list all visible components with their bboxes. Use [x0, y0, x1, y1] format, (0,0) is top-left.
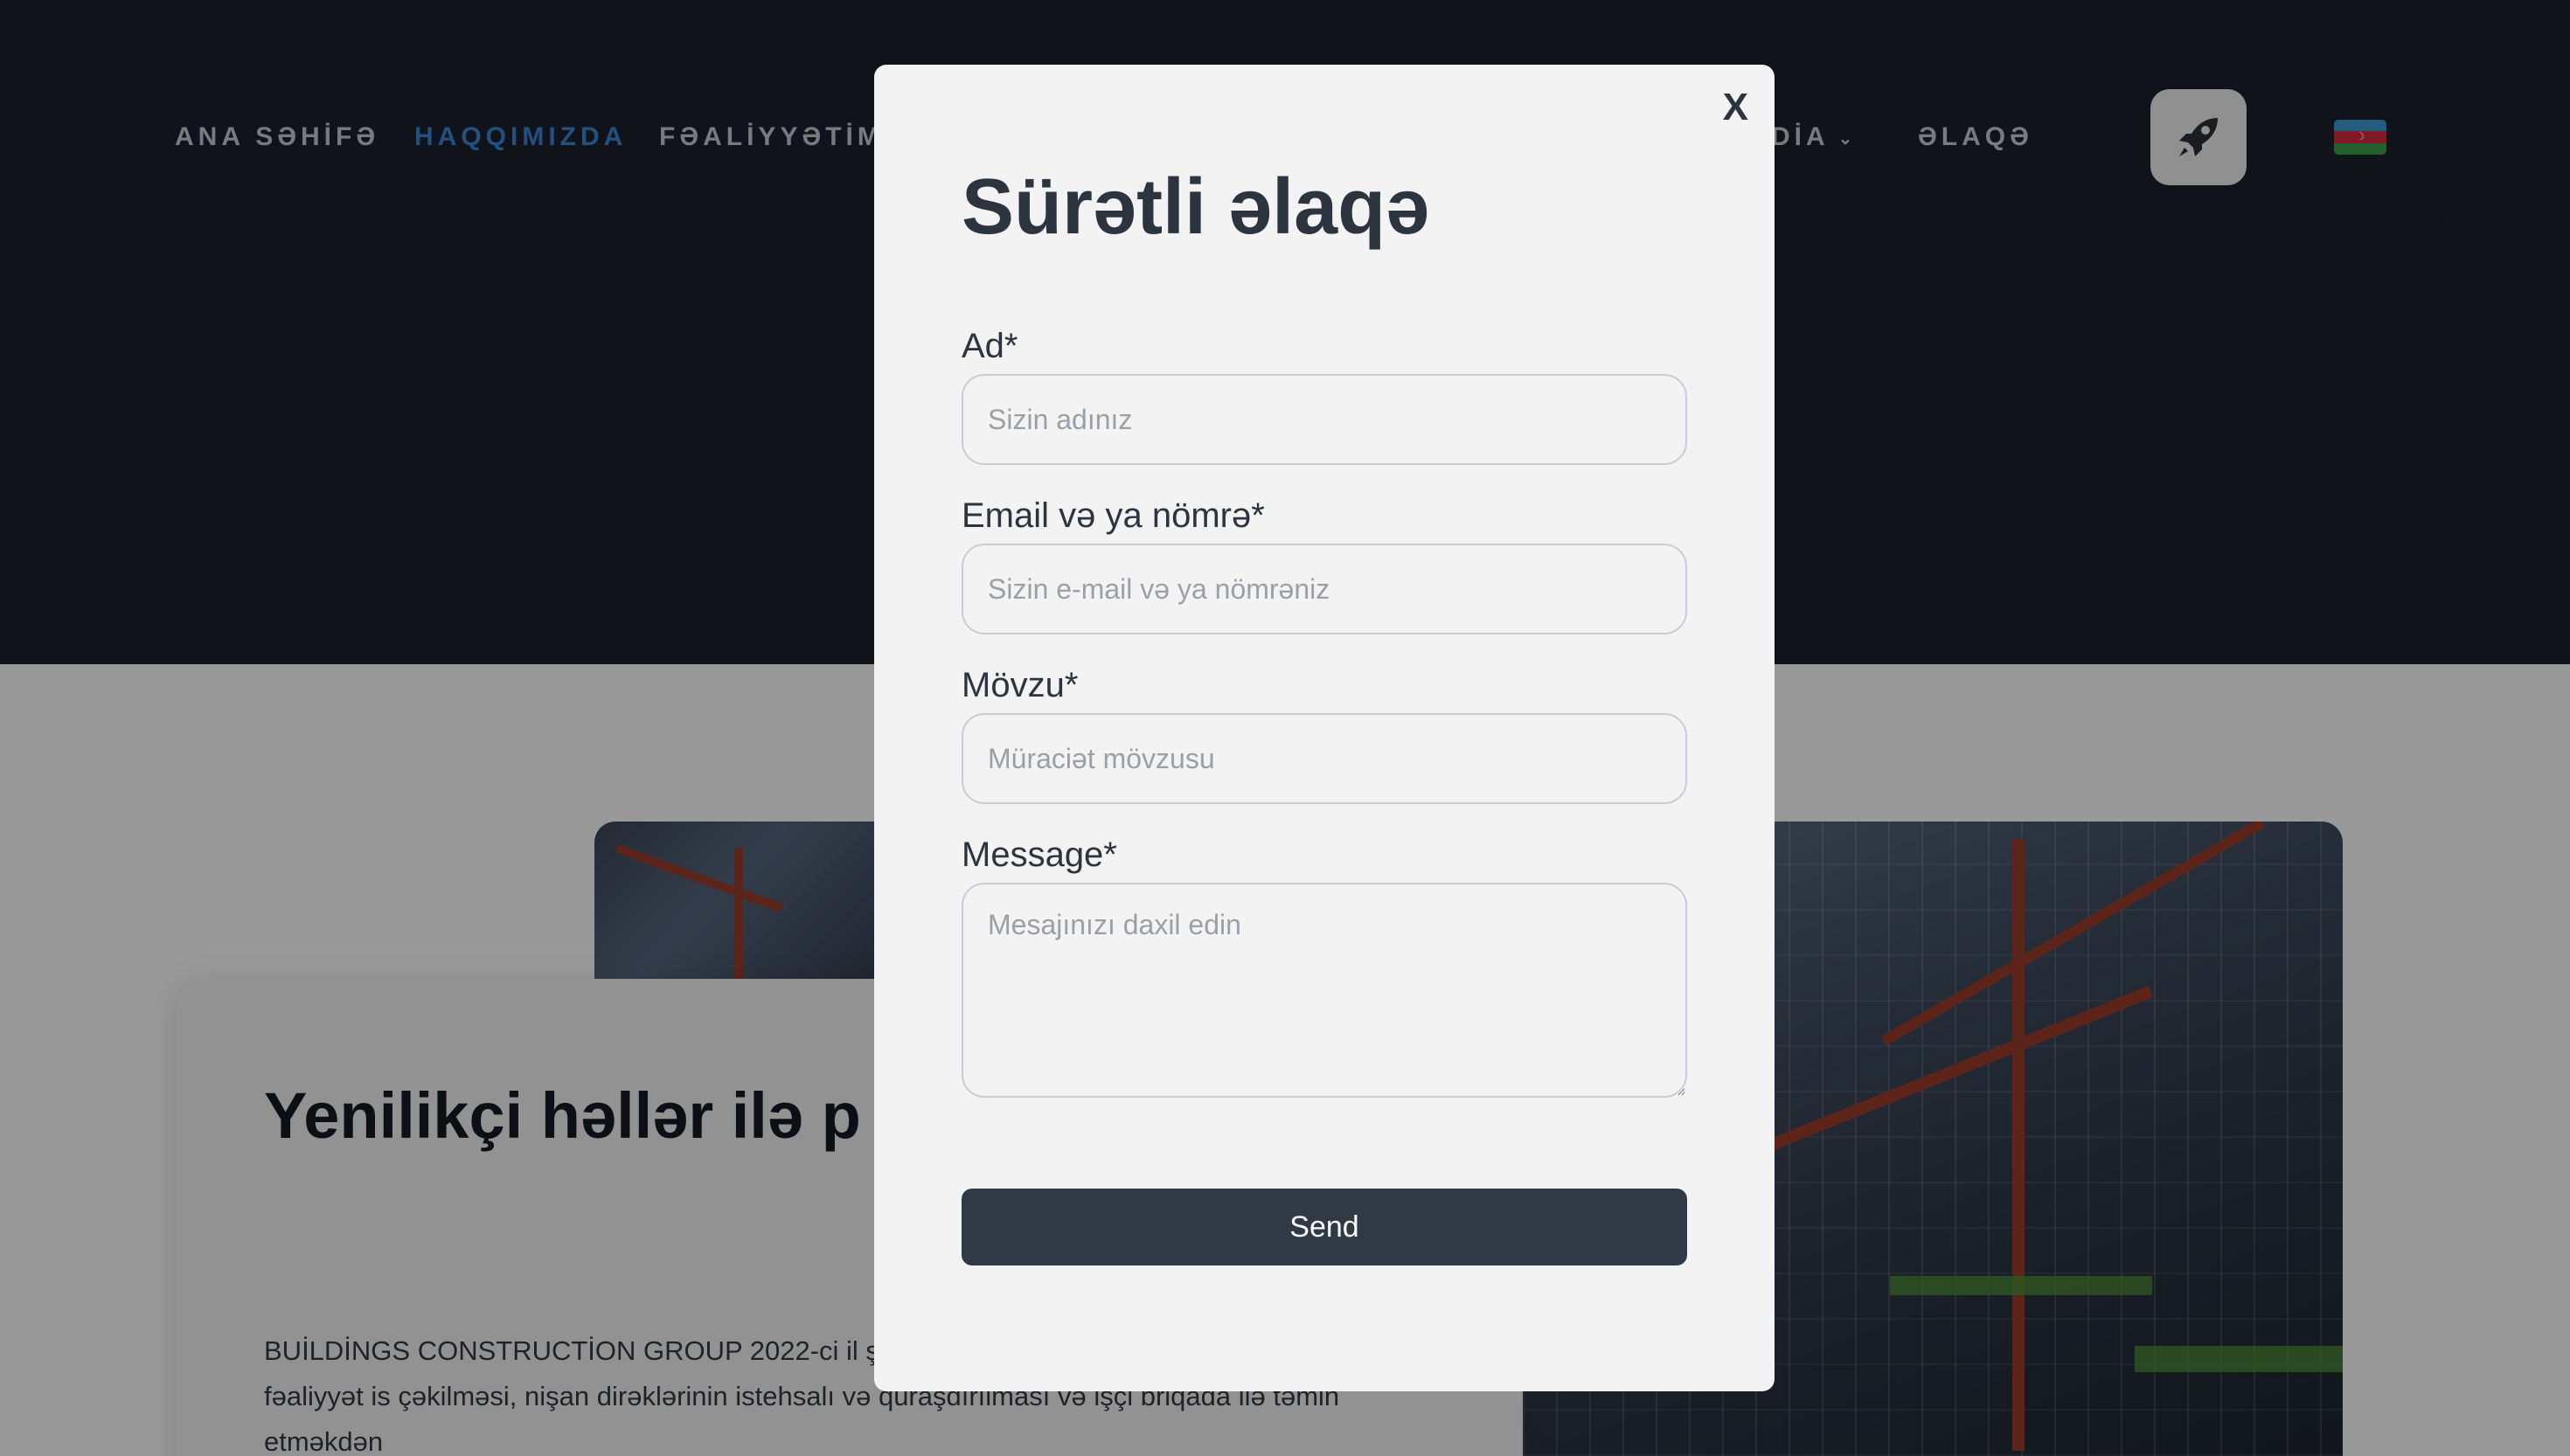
send-button[interactable]: Send: [962, 1189, 1687, 1265]
message-textarea[interactable]: [962, 883, 1687, 1098]
name-input[interactable]: [962, 374, 1687, 465]
contact-label: Email və ya nömrə*: [962, 496, 1265, 535]
name-label: Ad*: [962, 327, 1018, 365]
subject-label: Mövzu*: [962, 666, 1079, 704]
modal-title: Sürətli əlaqə: [962, 163, 1430, 251]
quick-contact-modal: X Sürətli əlaqə Ad* Email və ya nömrə* M…: [874, 65, 1775, 1391]
message-label: Message*: [962, 835, 1117, 874]
contact-input[interactable]: [962, 544, 1687, 634]
subject-input[interactable]: [962, 713, 1687, 804]
close-button[interactable]: X: [1723, 86, 1748, 129]
